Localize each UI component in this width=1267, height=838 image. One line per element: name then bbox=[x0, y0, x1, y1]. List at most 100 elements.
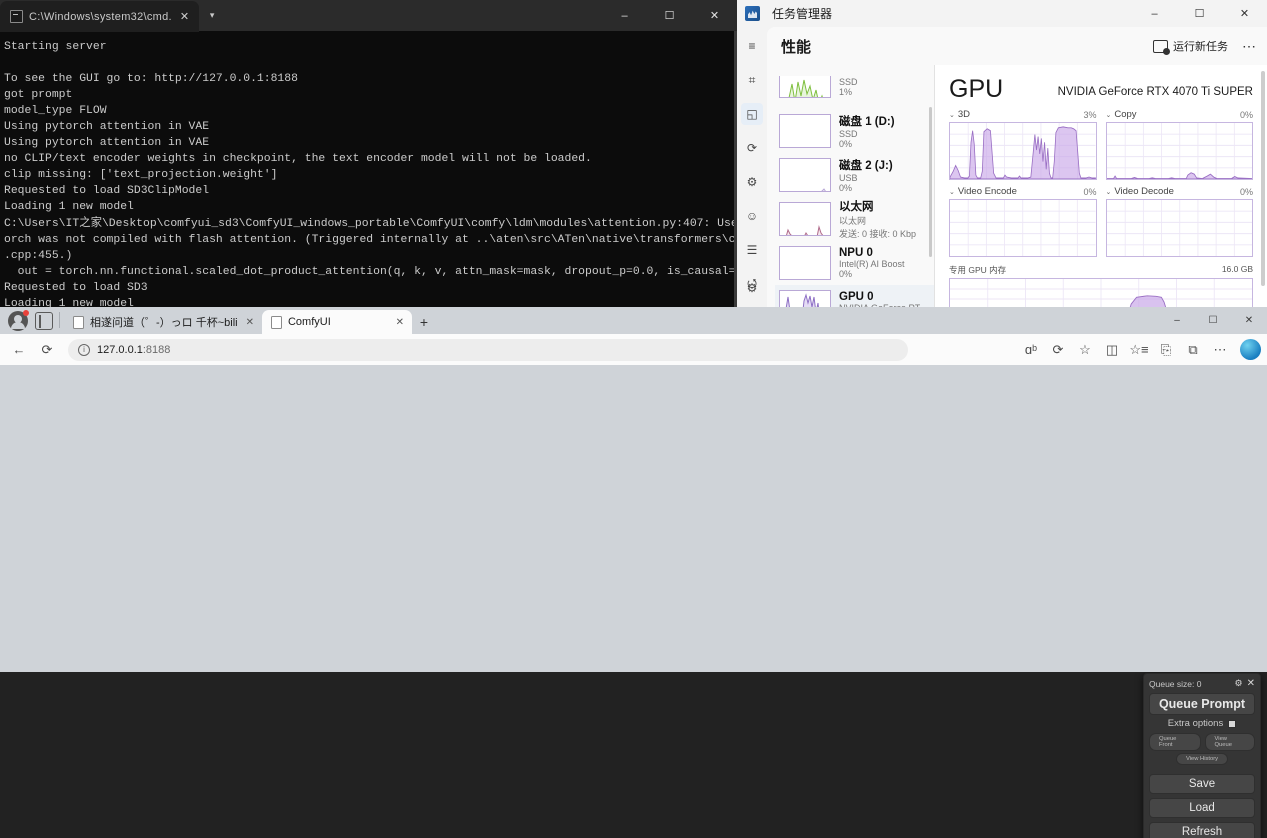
console-icon bbox=[10, 10, 23, 23]
chevron-down-icon[interactable]: ▾ bbox=[199, 0, 225, 31]
reload-button[interactable]: ⟳ bbox=[34, 337, 60, 363]
collections-icon[interactable]: ⎘ bbox=[1153, 337, 1179, 363]
console-line: clip missing: ['text_projection.weight'] bbox=[4, 167, 737, 183]
chevron-down-icon[interactable]: ⌄ bbox=[949, 111, 955, 119]
read-aloud-icon[interactable]: ɑᵇ bbox=[1018, 337, 1044, 363]
browser-tab-1[interactable]: ComfyUI ✕ bbox=[262, 310, 412, 334]
browser-maximize-button[interactable]: ☐ bbox=[1195, 307, 1231, 334]
extra-options-row[interactable]: Extra options bbox=[1149, 718, 1255, 729]
edge-browser-window: 相遂问道（゜-）っロ 千杯~bili ✕ ComfyUI ✕ + – ☐ ✕ ←… bbox=[0, 307, 1267, 838]
page-icon bbox=[73, 316, 84, 329]
console-line bbox=[4, 55, 737, 71]
more-options-icon[interactable]: ⋯ bbox=[1242, 38, 1257, 55]
cmd-console-output[interactable]: Starting server To see the GUI go to: ht… bbox=[0, 31, 737, 307]
queue-front-button[interactable]: Queue Front bbox=[1149, 733, 1201, 751]
copilot-icon[interactable] bbox=[1240, 339, 1261, 360]
console-line: .cpp:455.) bbox=[4, 248, 737, 264]
resource-list-item[interactable]: GPU 0NVIDIA GeForce RT3% (37 °C) bbox=[775, 285, 934, 307]
tm-minimize-button[interactable]: – bbox=[1132, 0, 1177, 27]
browser-window-controls: – ☐ ✕ bbox=[1159, 307, 1267, 334]
resource-meta: 以太网以太网发送: 0 接收: 0 Kbp bbox=[839, 198, 916, 240]
gpu-detail-scrollbar[interactable] bbox=[1261, 71, 1265, 286]
cmd-maximize-button[interactable]: ☐ bbox=[647, 0, 692, 31]
cmd-titlebar: C:\Windows\system32\cmd. ✕ ▾ – ☐ ✕ bbox=[0, 0, 737, 31]
comfyui-canvas[interactable]: Output ◀ sd3_medium_incl.safetensors ▶ bbox=[0, 672, 1267, 838]
browser-tab-label: ComfyUI bbox=[288, 316, 388, 328]
resource-list-item[interactable]: 磁盘 1 (D:)SSD0% bbox=[775, 109, 934, 153]
console-line: Requested to load SD3 bbox=[4, 280, 737, 296]
more-settings-icon[interactable]: ⋯ bbox=[1207, 337, 1233, 363]
history-pill-row: View History bbox=[1149, 753, 1255, 765]
new-tab-button[interactable]: + bbox=[412, 310, 436, 334]
dedicated-memory-label: 专用 GPU 内存 bbox=[949, 264, 1006, 276]
console-line: out = torch.nn.functional.scaled_dot_pro… bbox=[4, 264, 737, 280]
performance-icon[interactable]: ◱ bbox=[741, 103, 763, 125]
extra-options-checkbox[interactable] bbox=[1228, 720, 1236, 728]
details-icon[interactable]: ☰ bbox=[741, 239, 763, 261]
gear-icon[interactable]: ⚙ bbox=[1235, 678, 1243, 689]
comfy-menu-panel[interactable]: Queue size: 0 ⚙ ✕ Queue Prompt Extra opt… bbox=[1143, 673, 1261, 838]
view-history-button[interactable]: View History bbox=[1176, 753, 1228, 765]
dedicated-memory-header: 专用 GPU 内存 16.0 GB bbox=[949, 264, 1253, 276]
resource-list-item[interactable]: 磁盘 2 (J:)USB0% bbox=[775, 153, 934, 197]
browser-tab-close-icon[interactable]: ✕ bbox=[394, 317, 406, 328]
cmd-close-button[interactable]: ✕ bbox=[692, 0, 737, 31]
load-button[interactable]: Load bbox=[1149, 798, 1255, 818]
extensions-icon[interactable]: ⧉ bbox=[1180, 337, 1206, 363]
refresh-page-icon[interactable]: ⟳ bbox=[1045, 337, 1071, 363]
tm-maximize-button[interactable]: ☐ bbox=[1177, 0, 1222, 27]
divider bbox=[1149, 767, 1255, 774]
resource-list[interactable]: SSDSSD1% 磁盘 1 (D:)SSD0%磁盘 2 (J:)USB0%以太网以… bbox=[767, 65, 934, 307]
split-screen-icon[interactable]: ◫ bbox=[1099, 337, 1125, 363]
startup-apps-icon[interactable]: ⚙ bbox=[741, 171, 763, 193]
task-manager-app-icon bbox=[745, 6, 760, 21]
run-new-task-button[interactable]: 运行新任务 bbox=[1153, 38, 1228, 54]
browser-essentials-icon[interactable] bbox=[35, 312, 53, 330]
view-queue-button[interactable]: View Queue bbox=[1205, 733, 1255, 751]
task-manager-header: 性能 运行新任务 ⋯ bbox=[767, 27, 1267, 65]
gpu-engine-video-decode[interactable]: ⌄ Video Decode 0% bbox=[1106, 186, 1254, 257]
url-text: 127.0.0.1:8188 bbox=[97, 344, 170, 356]
engine-percent: 0% bbox=[1083, 187, 1096, 197]
tm-close-button[interactable]: ✕ bbox=[1222, 0, 1267, 27]
gpu-model-name: NVIDIA GeForce RTX 4070 Ti SUPER bbox=[1058, 75, 1253, 98]
resource-subtitle: SSD bbox=[839, 129, 895, 139]
app-history-icon[interactable]: ⟳ bbox=[741, 137, 763, 159]
cmd-minimize-button[interactable]: – bbox=[602, 0, 647, 31]
gpu-engine-video-encode[interactable]: ⌄ Video Encode 0% bbox=[949, 186, 1097, 257]
close-icon[interactable]: ✕ bbox=[1247, 678, 1255, 689]
users-icon[interactable]: ☺ bbox=[741, 205, 763, 227]
gpu-engine-3d[interactable]: ⌄ 3D 3% bbox=[949, 109, 1097, 180]
site-info-icon[interactable]: i bbox=[78, 344, 90, 356]
address-bar[interactable]: i 127.0.0.1:8188 bbox=[68, 339, 908, 361]
processes-icon[interactable]: ⌗ bbox=[741, 69, 763, 91]
resource-meta: SSDSSD1% bbox=[839, 77, 858, 97]
resource-meta: NPU 0Intel(R) AI Boost0% bbox=[839, 247, 905, 279]
task-manager-window: 任务管理器 – ☐ ✕ ≡⌗◱⟳⚙☺☰⭯⚙ 性能 运行新任务 ⋯ bbox=[737, 0, 1267, 307]
settings-icon[interactable]: ⚙ bbox=[741, 277, 763, 299]
browser-tab-0[interactable]: 相遂问道（゜-）っロ 千杯~bili ✕ bbox=[64, 310, 262, 334]
browser-minimize-button[interactable]: – bbox=[1159, 307, 1195, 334]
browser-tab-close-icon[interactable]: ✕ bbox=[244, 317, 256, 328]
resource-list-item[interactable]: 以太网以太网发送: 0 接收: 0 Kbp bbox=[775, 197, 934, 241]
resource-list-scrollbar[interactable] bbox=[929, 107, 932, 257]
gpu-engine-copy[interactable]: ⌄ Copy 0% bbox=[1106, 109, 1254, 180]
favorite-star-icon[interactable]: ☆ bbox=[1072, 337, 1098, 363]
cmd-tab-close-icon[interactable]: ✕ bbox=[178, 10, 191, 23]
queue-prompt-button[interactable]: Queue Prompt bbox=[1149, 693, 1255, 715]
back-button[interactable]: ← bbox=[6, 337, 32, 363]
chevron-down-icon[interactable]: ⌄ bbox=[1106, 188, 1112, 196]
save-button[interactable]: Save bbox=[1149, 774, 1255, 794]
refresh-button[interactable]: Refresh bbox=[1149, 822, 1255, 838]
resource-list-item[interactable]: SSDSSD1% bbox=[775, 65, 934, 109]
cmd-tab[interactable]: C:\Windows\system32\cmd. ✕ bbox=[0, 1, 199, 32]
profile-avatar-icon[interactable] bbox=[8, 311, 28, 331]
hamburger-icon[interactable]: ≡ bbox=[741, 35, 763, 57]
chevron-down-icon[interactable]: ⌄ bbox=[949, 188, 955, 196]
task-manager-window-controls: – ☐ ✕ bbox=[1132, 0, 1267, 27]
browser-close-button[interactable]: ✕ bbox=[1231, 307, 1267, 334]
dedicated-memory-max: 16.0 GB bbox=[1222, 264, 1253, 276]
favorites-icon[interactable]: ☆≡ bbox=[1126, 337, 1152, 363]
chevron-down-icon[interactable]: ⌄ bbox=[1106, 111, 1112, 119]
resource-list-item[interactable]: NPU 0Intel(R) AI Boost0% bbox=[775, 241, 934, 285]
